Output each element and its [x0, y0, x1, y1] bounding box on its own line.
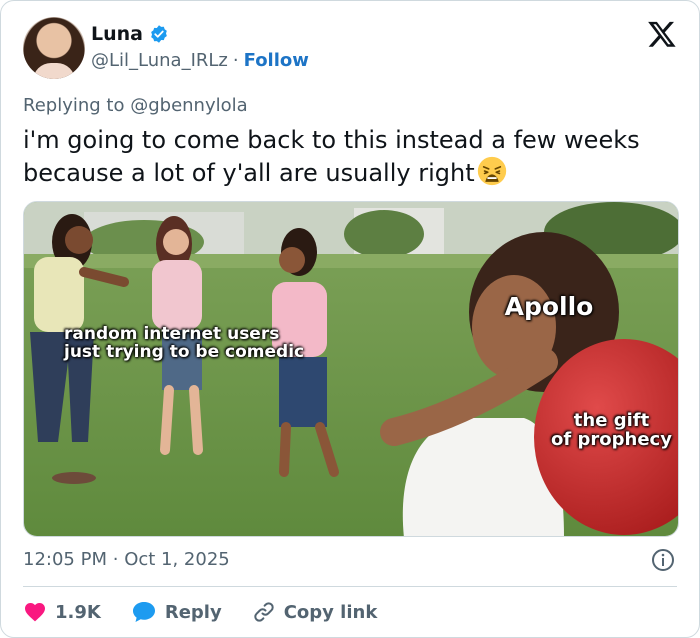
meme-label-users: random internet users just trying to be …: [64, 324, 305, 362]
heart-icon: [25, 603, 45, 622]
follow-button[interactable]: Follow: [244, 50, 309, 71]
action-bar: 1.9K Reply Copy link: [23, 598, 407, 626]
meme-image[interactable]: random internet users just trying to be …: [23, 201, 679, 537]
tweet-timestamp[interactable]: 12:05 PM · Oct 1, 2025: [23, 549, 230, 570]
meme-label-apollo: Apollo: [504, 292, 594, 321]
x-logo-icon[interactable]: [647, 19, 677, 49]
like-count: 1.9K: [55, 601, 101, 623]
link-icon: [254, 602, 274, 622]
tweet-text: i'm going to come back to this instead a…: [23, 125, 683, 189]
like-button[interactable]: 1.9K: [23, 600, 101, 624]
copy-link-button[interactable]: Copy link: [252, 600, 378, 624]
tired-face-emoji-icon: [477, 156, 506, 186]
author-handle-row: @Lil_Luna_IRLz · Follow: [91, 50, 309, 71]
info-icon[interactable]: [651, 548, 675, 572]
replying-prefix: Replying to: [23, 95, 125, 116]
tweet-date: Oct 1, 2025: [124, 549, 230, 570]
avatar[interactable]: [23, 17, 85, 79]
tweet-card: Luna @Lil_Luna_IRLz · Follow Replying to…: [0, 0, 700, 638]
handle-separator: ·: [232, 50, 239, 71]
author-handle[interactable]: @Lil_Luna_IRLz: [91, 50, 228, 71]
tweet-time: 12:05 PM: [23, 549, 107, 570]
divider: [23, 586, 677, 587]
meme-label-gift: the gift of prophecy: [551, 410, 672, 450]
replying-to: Replying to @gbennylola: [23, 95, 248, 116]
author-name-row: Luna: [91, 23, 169, 45]
reply-bubble-icon: [132, 602, 155, 622]
tweet-body: i'm going to come back to this instead a…: [23, 126, 640, 187]
reply-button[interactable]: Reply: [131, 600, 222, 624]
meme-photo: [24, 202, 678, 536]
reply-label: Reply: [164, 601, 222, 623]
copy-link-label: Copy link: [283, 601, 378, 623]
replying-mention[interactable]: @gbennylola: [130, 95, 247, 116]
display-name[interactable]: Luna: [91, 23, 143, 45]
verified-icon: [151, 25, 167, 43]
meta-separator: ·: [112, 549, 119, 570]
